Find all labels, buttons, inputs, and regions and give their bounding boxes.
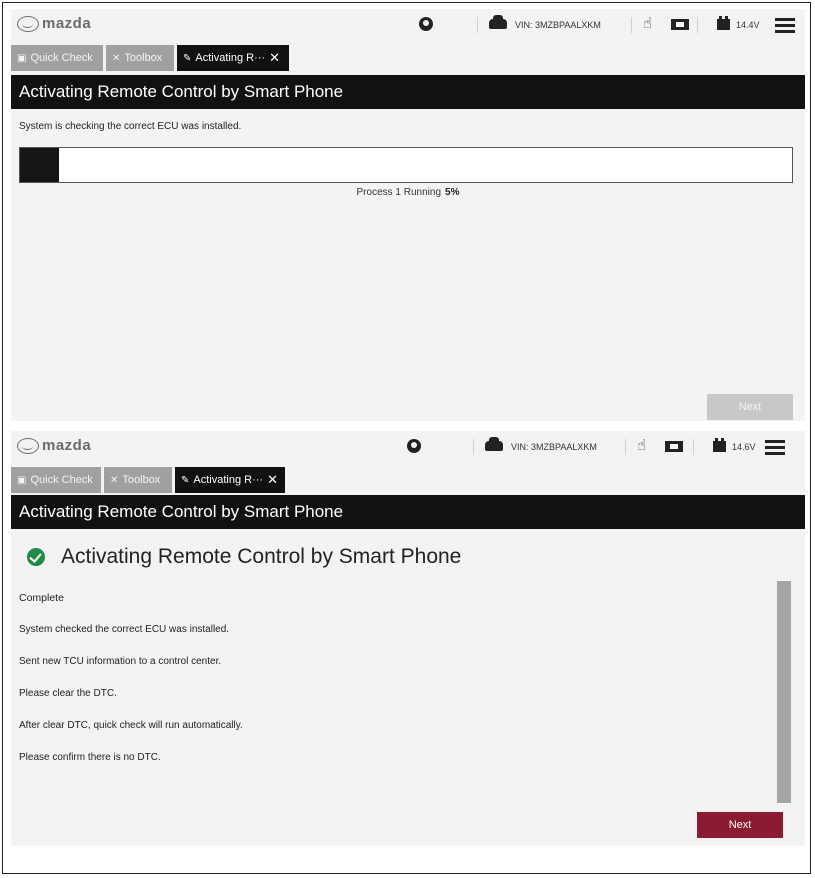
vin-text: VIN: 3MZBPAALXKM <box>515 20 601 30</box>
car-icon[interactable] <box>489 15 507 29</box>
status-message: System is checking the correct ECU was i… <box>19 121 242 132</box>
ecu-icon[interactable] <box>671 19 689 30</box>
battery-icon <box>713 438 726 452</box>
logo-text: mazda <box>42 437 92 454</box>
message-line: Complete <box>19 592 64 604</box>
message-line: Sent new TCU information to a control ce… <box>19 656 222 667</box>
divider <box>473 439 474 455</box>
close-icon[interactable]: ✕ <box>267 472 278 488</box>
mazda-logo: mazda <box>17 15 91 32</box>
tab-quick-check[interactable]: ▣ Quick Check <box>11 45 103 71</box>
heading-text: Activating Remote Control by Smart Phone <box>61 545 462 568</box>
divider <box>477 17 478 33</box>
message-list: Complete System checked the correct ECU … <box>19 591 769 783</box>
message-line: Please clear the DTC. <box>19 688 117 699</box>
page-title: Activating Remote Control by Smart Phone <box>11 75 805 109</box>
top-bar: mazda VIN: 3MZBPAALXKM ☝ 14.6V <box>11 431 805 463</box>
tab-toolbox[interactable]: ✕ Toolbox <box>106 45 174 71</box>
next-button[interactable]: Next <box>697 812 783 838</box>
briefcase-icon: ▣ <box>17 52 27 64</box>
divider <box>631 17 632 33</box>
next-button-disabled[interactable]: Next <box>707 394 793 420</box>
tools-icon: ✕ <box>110 474 119 486</box>
voltage-text: 14.4V <box>736 20 760 30</box>
mazda-logo-icon <box>17 15 39 32</box>
hand-icon[interactable]: ☝ <box>637 438 646 454</box>
ecu-icon[interactable] <box>665 441 683 452</box>
tab-label: Activating R··· <box>195 52 266 64</box>
completion-heading: Activating Remote Control by Smart Phone <box>27 545 461 569</box>
screen-complete: mazda VIN: 3MZBPAALXKM ☝ 14.6V ▣ Quick C… <box>11 431 805 846</box>
briefcase-icon: ▣ <box>17 474 27 486</box>
message-line: After clear DTC, quick check will run au… <box>19 720 243 731</box>
tab-toolbox[interactable]: ✕ Toolbox <box>104 467 172 493</box>
menu-icon[interactable] <box>775 18 795 33</box>
hand-icon[interactable]: ☝ <box>643 16 652 32</box>
mazda-logo-icon <box>17 437 39 454</box>
wrench-icon: ✎ <box>181 474 190 486</box>
tab-quick-check[interactable]: ▣ Quick Check <box>11 467 101 493</box>
scrollbar[interactable] <box>777 581 791 803</box>
tab-activating[interactable]: ✎ Activating R··· ✕ <box>175 467 285 493</box>
page-title: Activating Remote Control by Smart Phone <box>11 495 805 529</box>
menu-icon[interactable] <box>765 440 785 455</box>
divider <box>693 439 694 455</box>
vin-text: VIN: 3MZBPAALXKM <box>511 442 597 452</box>
message-line: System checked the correct ECU was insta… <box>19 624 230 635</box>
tab-label: Toolbox <box>124 52 163 64</box>
car-icon[interactable] <box>485 437 503 451</box>
progress-label: Process 1 Running <box>356 187 442 198</box>
tab-label: Activating R··· <box>193 474 264 486</box>
logo-text: mazda <box>42 15 92 32</box>
top-bar: mazda VIN: 3MZBPAALXKM ☝ 14.4V <box>11 9 805 41</box>
tab-label: Quick Check <box>30 474 93 486</box>
wrench-icon: ✎ <box>183 52 192 64</box>
user-icon[interactable] <box>407 439 421 453</box>
progress-percent: 5% <box>445 187 460 198</box>
mazda-logo: mazda <box>17 437 91 454</box>
close-icon[interactable]: ✕ <box>269 50 280 66</box>
screenshot-frame: mazda VIN: 3MZBPAALXKM ☝ 14.4V ▣ Quick C… <box>2 2 811 874</box>
tab-activating[interactable]: ✎ Activating R··· ✕ <box>177 45 289 71</box>
screen-checking: mazda VIN: 3MZBPAALXKM ☝ 14.4V ▣ Quick C… <box>11 9 805 421</box>
voltage-text: 14.6V <box>732 442 756 452</box>
divider <box>697 17 698 33</box>
progress-fill <box>20 148 59 182</box>
tools-icon: ✕ <box>112 52 121 64</box>
tab-label: Toolbox <box>122 474 161 486</box>
tab-label: Quick Check <box>30 52 93 64</box>
user-icon[interactable] <box>419 17 433 31</box>
progress-bar <box>19 147 793 183</box>
message-line: Please confirm there is no DTC. <box>19 752 161 763</box>
check-circle-icon <box>27 548 45 566</box>
divider <box>625 439 626 455</box>
battery-icon <box>717 16 730 30</box>
progress-text: Process 1 Running 5% <box>11 187 805 198</box>
